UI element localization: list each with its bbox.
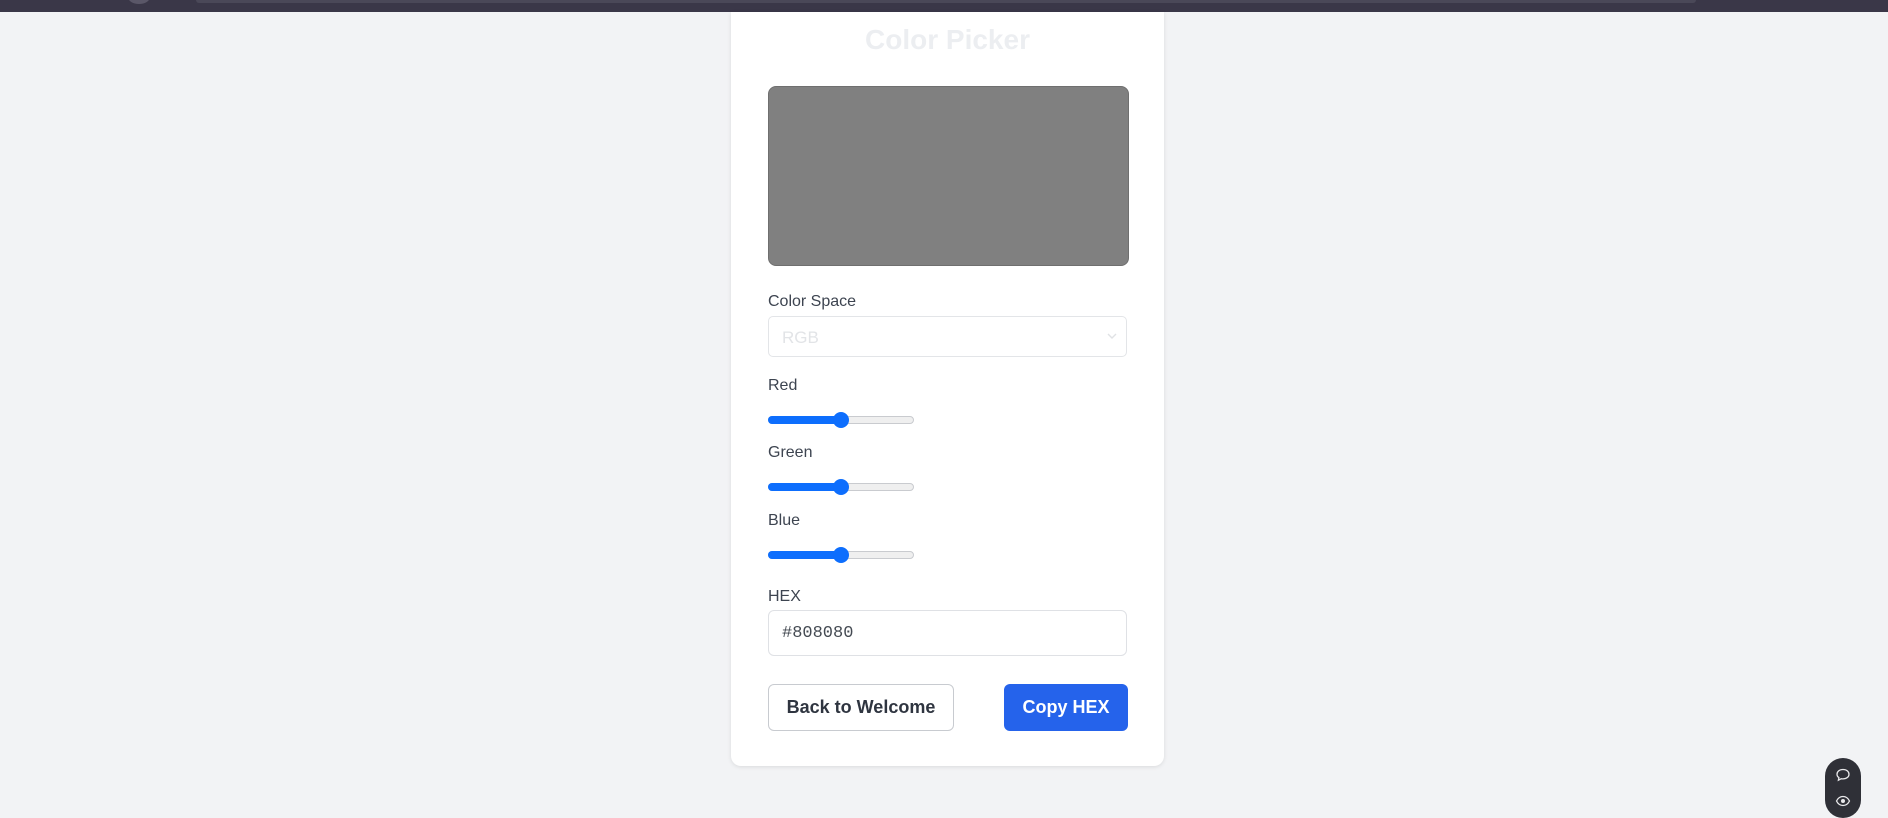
red-label: Red: [768, 377, 798, 394]
green-label: Green: [768, 444, 813, 461]
slider-thumb[interactable]: [833, 412, 850, 428]
blue-label: Blue: [768, 512, 801, 529]
color-picker-card: Color Picker Color Space RGB Red Green B…: [731, 12, 1164, 766]
hex-input[interactable]: [768, 610, 1127, 656]
top-bar-strip: [196, 0, 1696, 3]
eye-icon[interactable]: [1835, 793, 1851, 809]
color-space-label: Color Space: [768, 293, 857, 310]
slider-fill: [768, 551, 842, 559]
back-to-welcome-button[interactable]: Back to Welcome: [768, 684, 954, 731]
floating-widget[interactable]: [1825, 758, 1861, 818]
green-slider[interactable]: [768, 479, 914, 495]
top-bar-avatar: [128, 0, 150, 4]
slider-fill: [768, 483, 842, 491]
hex-label: HEX: [768, 588, 801, 605]
blue-slider[interactable]: [768, 547, 914, 563]
slider-fill: [768, 416, 842, 424]
chevron-down-icon: [1107, 333, 1117, 339]
chat-bubble-icon[interactable]: [1835, 767, 1851, 783]
slider-thumb[interactable]: [833, 479, 850, 495]
color-space-select[interactable]: RGB: [768, 316, 1127, 357]
browser-top-bar: [0, 0, 1888, 12]
color-space-selected-value: RGB: [782, 328, 819, 347]
copy-hex-button[interactable]: Copy HEX: [1004, 684, 1128, 731]
red-slider[interactable]: [768, 412, 914, 428]
slider-thumb[interactable]: [833, 547, 850, 563]
page-title: Color Picker: [865, 24, 1030, 55]
color-preview-swatch: [768, 86, 1129, 266]
